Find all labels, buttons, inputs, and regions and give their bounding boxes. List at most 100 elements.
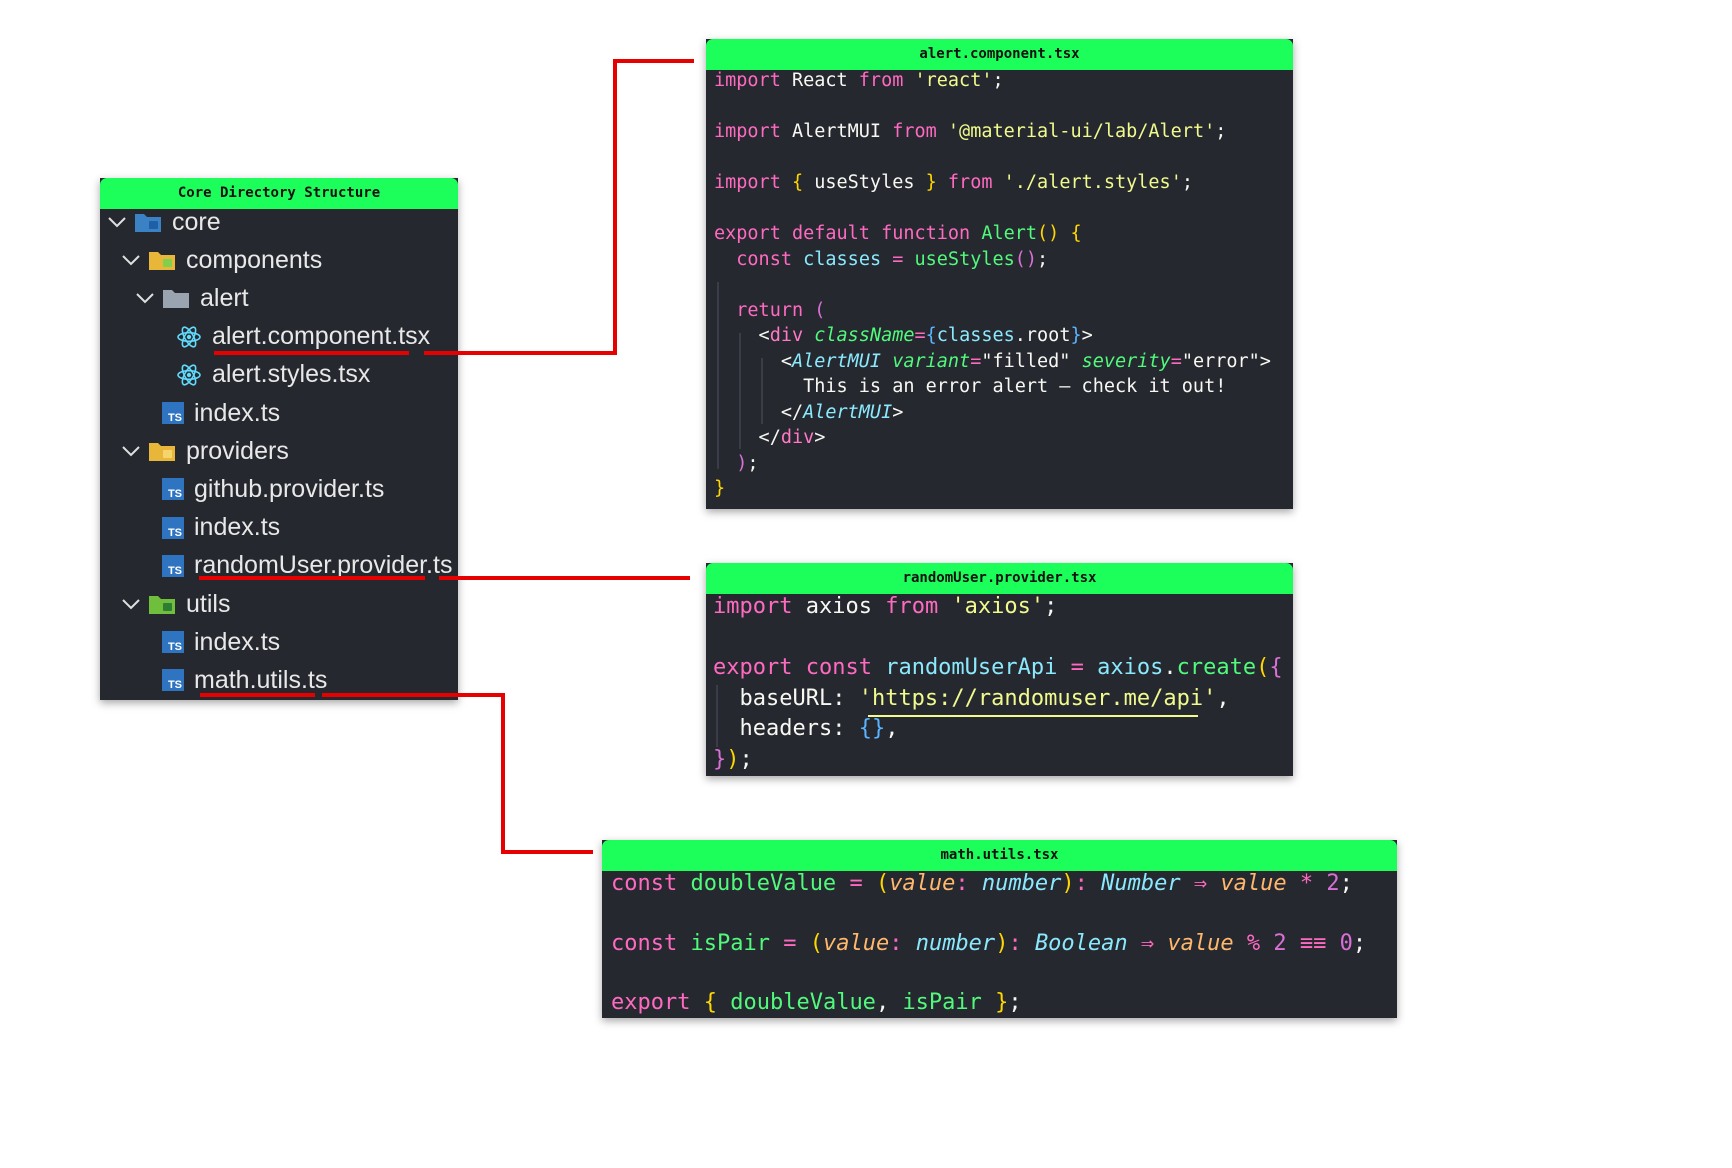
code-token: } bbox=[925, 172, 937, 193]
code-token: value bbox=[1167, 930, 1234, 956]
directory-tree-panel: Core Directory Structure core components a… bbox=[100, 178, 458, 700]
code-token: useStyles bbox=[914, 248, 1015, 270]
file-title-provider: randomUser.provider.tsx bbox=[706, 563, 1293, 594]
code-token: , bbox=[885, 716, 899, 741]
tree-item-label: providers bbox=[186, 436, 289, 465]
connector-alert bbox=[424, 351, 617, 355]
code-line: } bbox=[714, 478, 725, 499]
code-token: severity bbox=[1081, 350, 1171, 372]
chevron-down-icon[interactable] bbox=[120, 593, 142, 615]
folder-icon bbox=[162, 287, 190, 309]
code-token: ; bbox=[747, 452, 759, 474]
code-token: ) bbox=[995, 930, 1009, 956]
tree-item[interactable]: TS github.provider.ts bbox=[100, 470, 384, 508]
code-token: > bbox=[1081, 325, 1093, 346]
code-token: ( bbox=[809, 930, 823, 956]
code-line: const isPair = (value: number): Boolean … bbox=[611, 931, 1366, 956]
code-line: <div className={classes.root}> bbox=[714, 325, 1093, 346]
code-token: create bbox=[1176, 655, 1257, 680]
tree-item[interactable]: core bbox=[100, 203, 221, 241]
chevron-down-icon[interactable] bbox=[120, 440, 142, 462]
connector-math bbox=[501, 850, 593, 854]
code-token: doubleValue bbox=[730, 990, 876, 1016]
tree-item-label: utils bbox=[186, 589, 231, 618]
components-folder-icon bbox=[148, 249, 176, 271]
code-token: doubleValue bbox=[690, 871, 837, 896]
code-token: ; bbox=[1215, 121, 1227, 142]
chevron-down-icon[interactable] bbox=[134, 287, 156, 309]
code-token: React bbox=[780, 70, 859, 91]
code-token: from bbox=[892, 121, 937, 142]
tree-item[interactable]: TS index.ts bbox=[100, 623, 280, 661]
code-token: ; bbox=[1339, 871, 1353, 896]
ts-icon: TS bbox=[162, 478, 184, 501]
code-token: const bbox=[736, 248, 792, 270]
tree-item-label: index.ts bbox=[194, 513, 281, 542]
tree-item-label: math.utils.ts bbox=[194, 665, 328, 694]
code-token: {} bbox=[858, 716, 886, 741]
tree-item[interactable]: components bbox=[100, 241, 322, 279]
url-underline bbox=[868, 715, 1198, 717]
tree-item[interactable]: alert.component.tsx bbox=[100, 318, 430, 356]
svg-text:TS: TS bbox=[168, 488, 182, 500]
code-token: ) bbox=[1061, 871, 1075, 896]
tree-item[interactable]: alert bbox=[100, 279, 249, 317]
react-icon bbox=[176, 362, 202, 388]
code-token: import bbox=[714, 121, 781, 142]
chevron-down-icon[interactable] bbox=[106, 211, 128, 233]
code-token: ) bbox=[736, 452, 748, 474]
tree-item[interactable]: alert.styles.tsx bbox=[100, 356, 370, 394]
code-token: './alert.styles' bbox=[1003, 172, 1182, 193]
core-folder-icon bbox=[134, 211, 162, 233]
chevron-down-icon[interactable] bbox=[120, 249, 142, 271]
tree-item[interactable]: utils bbox=[100, 585, 230, 623]
code-token: from bbox=[947, 172, 993, 193]
code-token: , bbox=[1216, 685, 1230, 711]
tree-item[interactable]: providers bbox=[100, 432, 289, 470]
code-token: > bbox=[892, 401, 904, 423]
code-line: export default function Alert() { bbox=[714, 223, 1082, 244]
code-token: number bbox=[981, 871, 1062, 896]
tree-item[interactable]: TS index.ts bbox=[100, 394, 280, 432]
code-token: axios bbox=[1097, 655, 1164, 680]
code-line: headers: {}, bbox=[713, 716, 898, 741]
code-token: </ bbox=[714, 401, 804, 423]
code-token: export default function bbox=[714, 223, 971, 244]
code-token: : bbox=[889, 930, 903, 956]
code-token: ; bbox=[1352, 930, 1367, 956]
highlight-underline-math bbox=[200, 693, 315, 697]
code-token: } bbox=[1070, 325, 1082, 346]
tree-item[interactable]: TS index.ts bbox=[100, 509, 280, 547]
code-line: return ( bbox=[714, 300, 825, 321]
svg-text:TS: TS bbox=[168, 641, 182, 653]
code-token: className bbox=[814, 325, 915, 346]
code-token: AlertMUI bbox=[791, 350, 882, 372]
code-token: "error"> bbox=[1181, 350, 1271, 372]
code-token: { bbox=[1070, 223, 1082, 244]
code-token: > bbox=[814, 427, 826, 448]
code-token: } bbox=[995, 990, 1009, 1016]
code-token: ≡≡ bbox=[1299, 930, 1327, 956]
code-token: 'https://randomuser.me/api' bbox=[858, 685, 1217, 711]
code-token: import bbox=[714, 70, 781, 91]
code-token: axios bbox=[792, 594, 886, 619]
